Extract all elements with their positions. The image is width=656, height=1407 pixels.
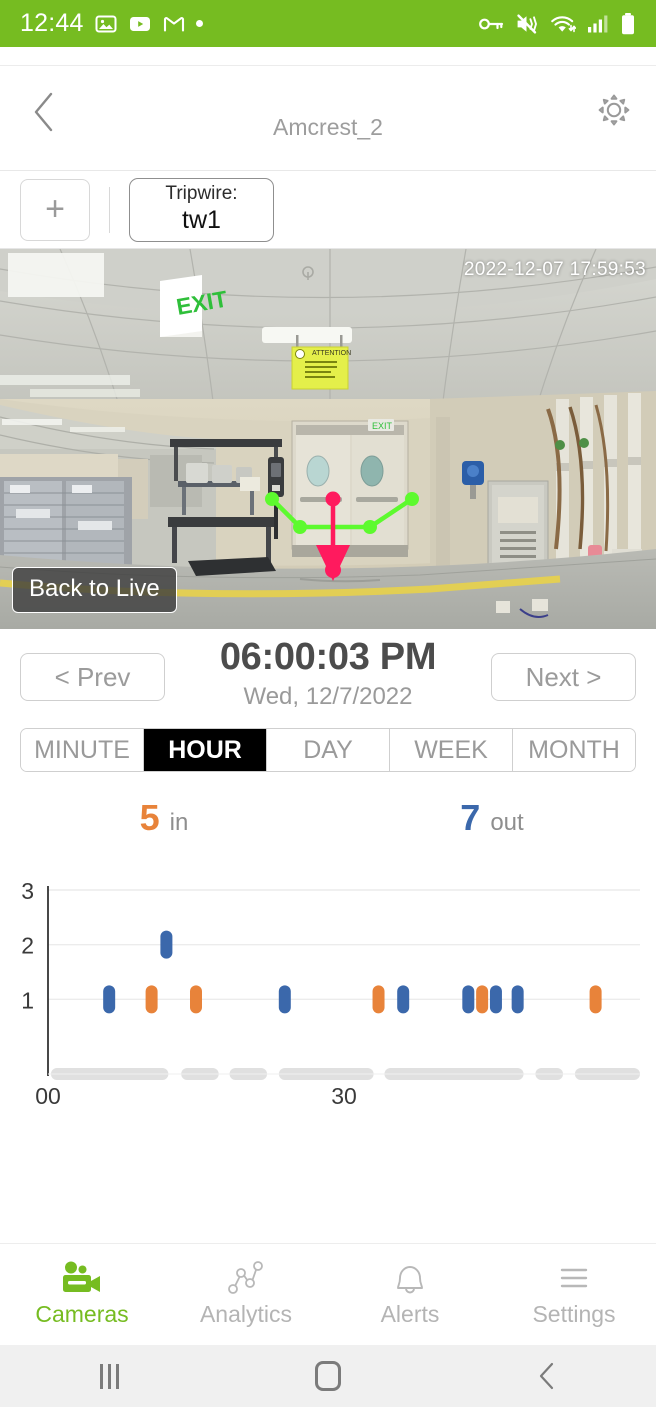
- events-chart-svg: 1 2 3 00 30: [21, 878, 640, 1109]
- tab-alerts[interactable]: Alerts: [328, 1244, 492, 1345]
- prev-button[interactable]: < Prev: [20, 653, 165, 701]
- add-tripwire-button[interactable]: +: [20, 178, 90, 241]
- android-recent-button[interactable]: [0, 1345, 219, 1407]
- tab-hour[interactable]: HOUR: [144, 729, 267, 771]
- home-icon: [315, 1361, 341, 1391]
- svg-text:30: 30: [331, 1083, 357, 1109]
- app-header: Amcrest_2: [0, 66, 656, 171]
- plus-icon: +: [45, 190, 65, 228]
- photos-icon: [94, 12, 118, 36]
- settings-button[interactable]: [592, 88, 636, 132]
- tripwire-bar: + Tripwire: tw1: [0, 171, 656, 249]
- tab-alerts-label: Alerts: [380, 1301, 440, 1327]
- android-back-button[interactable]: [437, 1345, 656, 1407]
- page-title: Amcrest_2: [273, 114, 383, 140]
- recent-apps-icon: [99, 1363, 119, 1389]
- out-count-label: out: [490, 809, 524, 836]
- counter-row: 5 in 7 out: [0, 772, 656, 864]
- events-chart[interactable]: 1 2 3 00 30: [0, 864, 656, 1114]
- dot-icon: [195, 20, 203, 27]
- video-camera-icon: [63, 1261, 100, 1292]
- tripwire-caption: Tripwire:: [165, 182, 238, 204]
- tab-month[interactable]: MONTH: [513, 729, 635, 771]
- android-home-button[interactable]: [219, 1345, 438, 1407]
- in-count-label: in: [169, 809, 189, 836]
- header-spacer: [0, 47, 656, 66]
- playback-controls: < Prev 06:00:03 PM Wed, 12/7/2022 Next >: [0, 629, 656, 725]
- svg-text:2: 2: [21, 933, 34, 959]
- status-bar-left: 12:44: [20, 9, 203, 38]
- camera-timestamp: 2022-12-07 17:59:53: [463, 259, 646, 280]
- tab-cameras[interactable]: Cameras: [0, 1244, 164, 1345]
- phone-screen: 12:44 Amcrest_2 + Tripwire: tw1 EXIT ATT…: [0, 0, 656, 1407]
- tab-analytics-label: Analytics: [199, 1301, 293, 1327]
- battery-icon: [620, 12, 636, 36]
- vpn-key-icon: [478, 13, 504, 35]
- analytics-graph-icon: [228, 1261, 263, 1294]
- out-counter: 7 out: [328, 797, 656, 839]
- gmail-icon: [162, 12, 186, 36]
- in-count-value: 5: [139, 797, 160, 838]
- tab-cameras-label: Cameras: [35, 1301, 129, 1327]
- status-bar-clock: 12:44: [20, 9, 84, 37]
- range-tab-group: MINUTE HOUR DAY WEEK MONTH: [20, 728, 636, 772]
- in-counter: 5 in: [0, 797, 328, 839]
- back-to-live-button[interactable]: Back to Live: [12, 567, 177, 613]
- tab-settings-label: Settings: [532, 1301, 616, 1327]
- tab-minute[interactable]: MINUTE: [21, 729, 144, 771]
- android-navigation-bar: [0, 1345, 656, 1407]
- out-count-value: 7: [460, 797, 481, 838]
- tab-day[interactable]: DAY: [267, 729, 390, 771]
- tripwire-selector-button[interactable]: Tripwire: tw1: [129, 177, 274, 242]
- status-bar-right: [478, 12, 636, 36]
- cellular-signal-icon: [587, 13, 609, 35]
- hamburger-menu-icon: [560, 1268, 588, 1288]
- svg-text:00: 00: [35, 1083, 61, 1109]
- tab-week[interactable]: WEEK: [390, 729, 513, 771]
- mute-vibrate-icon: [515, 13, 539, 35]
- status-bar: 12:44: [0, 0, 656, 47]
- tab-settings[interactable]: Settings: [492, 1244, 656, 1345]
- svg-text:1: 1: [21, 987, 34, 1013]
- camera-video-view[interactable]: EXIT ATTENTION EXIT 2022-12-07 17:59:53 …: [0, 249, 656, 629]
- svg-text:3: 3: [21, 878, 34, 904]
- gear-icon: [598, 94, 630, 126]
- back-chevron-icon: [539, 1362, 553, 1390]
- next-button[interactable]: Next >: [491, 653, 636, 701]
- tab-analytics[interactable]: Analytics: [164, 1244, 328, 1345]
- bottom-tab-bar: Cameras Analytics Alerts Settings: [0, 1243, 656, 1345]
- bell-icon: [397, 1266, 423, 1294]
- youtube-icon: [128, 12, 152, 36]
- wifi-icon: [550, 13, 576, 35]
- tripwire-value: tw1: [182, 205, 221, 234]
- tripwire-divider: [109, 186, 110, 233]
